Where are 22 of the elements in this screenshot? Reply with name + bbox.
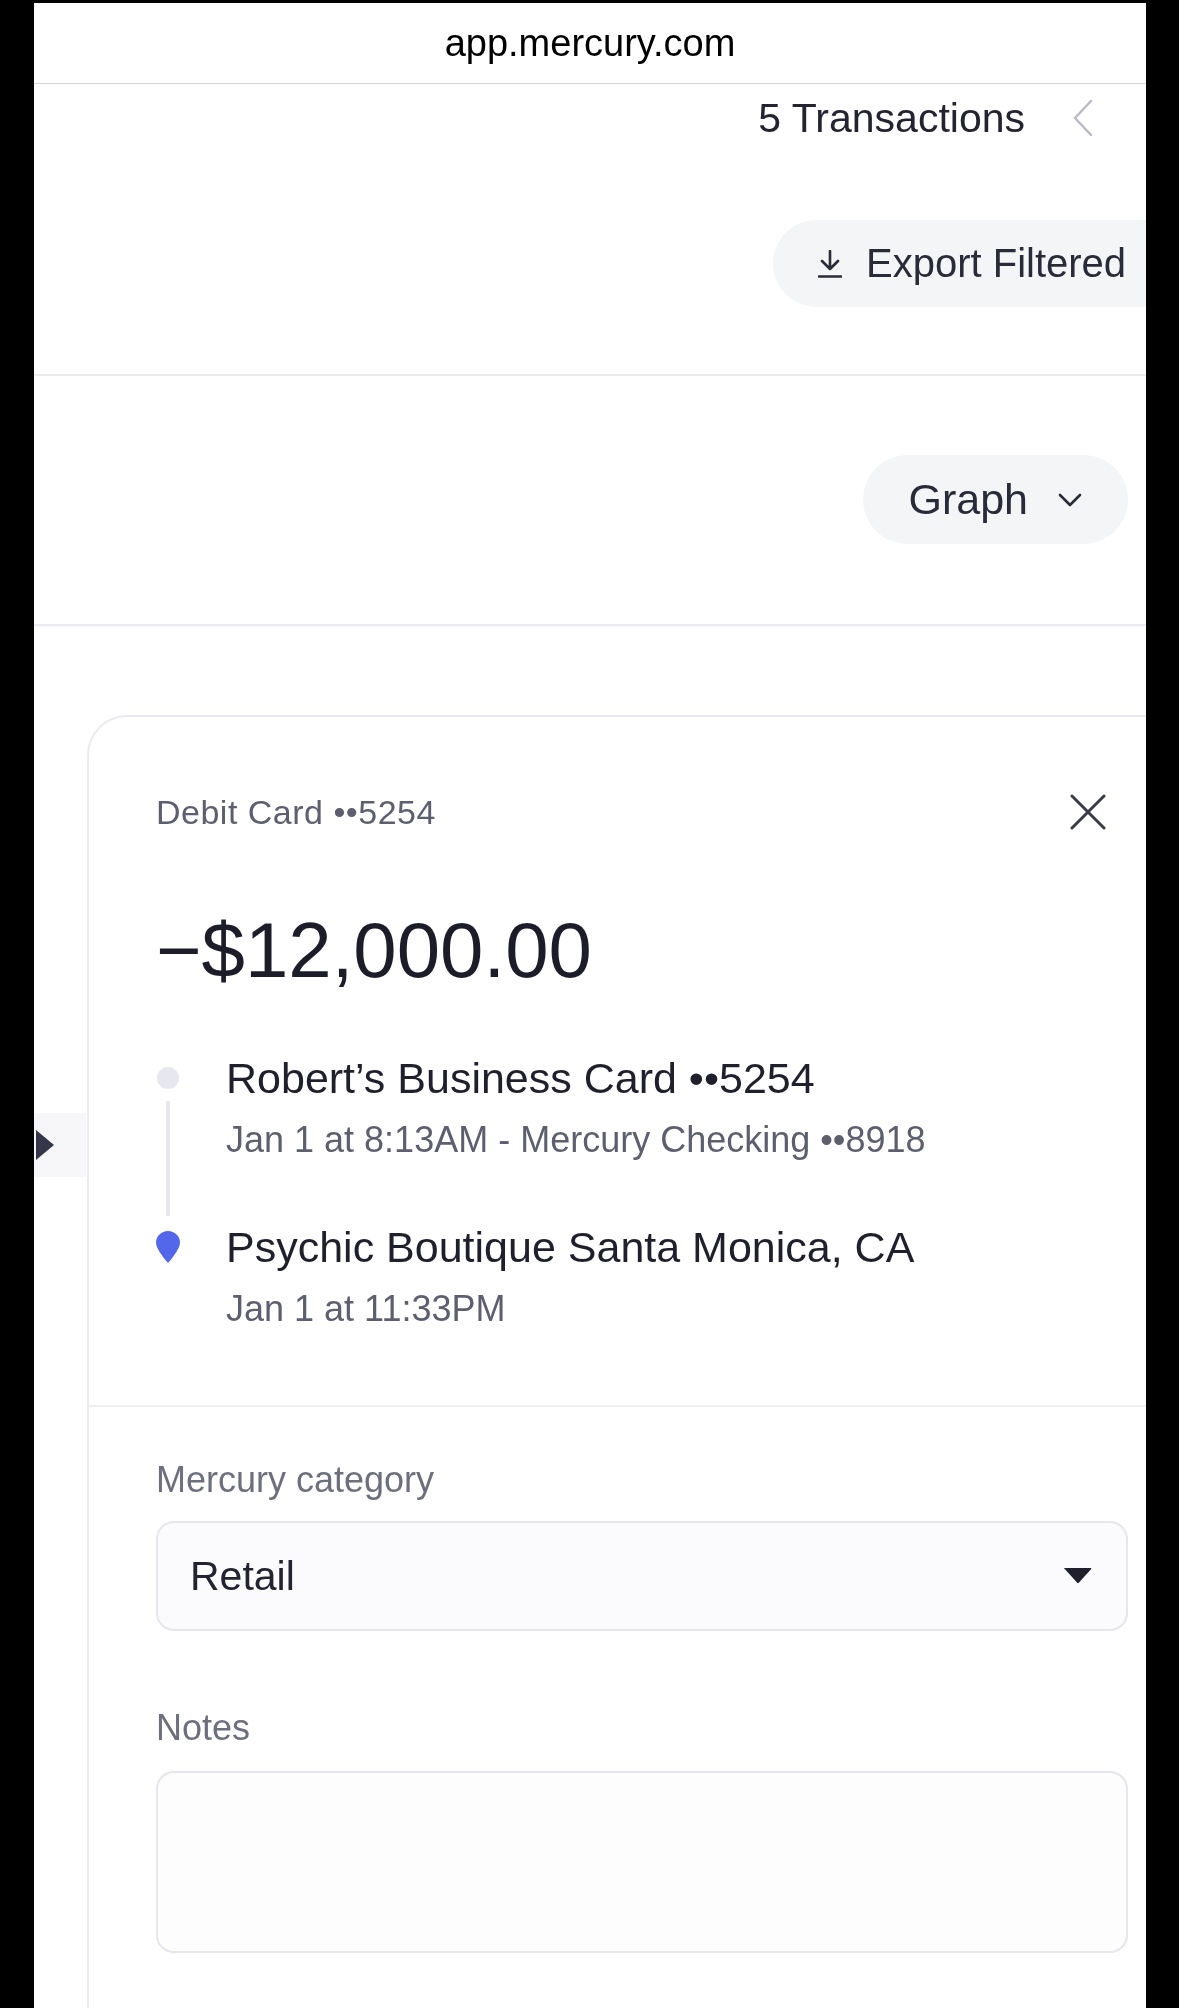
timeline-detail: Jan 1 at 8:13AM - Mercury Checking ••8918 <box>226 1119 926 1161</box>
triangle-right-icon <box>36 1130 54 1160</box>
close-icon[interactable] <box>1070 794 1106 830</box>
sidebar-toggle-button[interactable] <box>34 1113 86 1177</box>
location-pin-icon <box>156 1231 180 1263</box>
timeline-title: Robert’s Business Card ••5254 <box>226 1053 815 1103</box>
download-icon <box>818 249 842 278</box>
card-source-label: Debit Card ••5254 <box>156 792 436 832</box>
category-label: Mercury category <box>156 1459 435 1501</box>
transaction-amount: −$12,000.00 <box>156 906 592 994</box>
category-select[interactable]: Retail <box>156 1521 1128 1631</box>
notes-field[interactable] <box>156 1771 1128 1953</box>
transactions-count: 5 Transactions <box>758 94 1025 142</box>
graph-dropdown-button[interactable]: Graph <box>863 455 1128 544</box>
timeline-title: Psychic Boutique Santa Monica, CA <box>226 1222 915 1272</box>
address-bar-url[interactable]: app.mercury.com <box>444 21 736 65</box>
export-filtered-button[interactable]: Export Filtered <box>773 220 1146 307</box>
chevron-down-icon <box>1058 492 1082 507</box>
timeline-detail: Jan 1 at 11:33PM <box>226 1288 506 1330</box>
timeline-dot-icon <box>157 1067 179 1089</box>
notes-label: Notes <box>156 1707 251 1749</box>
caret-down-icon <box>1064 1568 1092 1584</box>
